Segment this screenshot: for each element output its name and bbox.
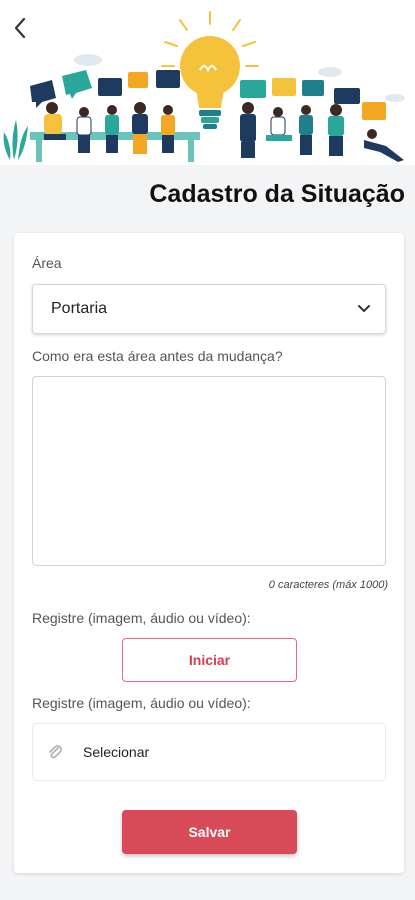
area-select-value: Portaria bbox=[51, 300, 108, 317]
select-file-button[interactable]: Selecionar bbox=[32, 723, 386, 781]
hero-illustration bbox=[0, 0, 415, 165]
area-select[interactable]: Portaria bbox=[32, 284, 386, 334]
record-label-2: Registre (imagem, áudio ou vídeo): bbox=[32, 695, 251, 711]
character-counter: 0 caracteres (máx 1000) bbox=[268, 579, 388, 591]
before-textarea[interactable] bbox=[32, 376, 386, 566]
plant bbox=[3, 120, 28, 160]
record-label-1: Registre (imagem, áudio ou vídeo): bbox=[32, 610, 251, 626]
paperclip-icon bbox=[49, 745, 62, 759]
select-file-label: Selecionar bbox=[83, 744, 150, 760]
form-card: Área Portaria Como era esta área antes d… bbox=[14, 233, 404, 873]
start-button[interactable]: Iniciar bbox=[122, 638, 297, 682]
chevron-left-icon bbox=[14, 17, 26, 39]
area-label: Área bbox=[32, 255, 62, 271]
lightbulb-icon bbox=[180, 36, 240, 129]
back-button[interactable] bbox=[8, 14, 32, 42]
page-title: Cadastro da Situação bbox=[149, 180, 405, 208]
chevron-down-icon bbox=[358, 305, 370, 312]
before-label: Como era esta área antes da mudança? bbox=[32, 348, 283, 364]
save-button[interactable]: Salvar bbox=[122, 810, 297, 854]
people-brainstorm-illustration bbox=[3, 11, 405, 162]
